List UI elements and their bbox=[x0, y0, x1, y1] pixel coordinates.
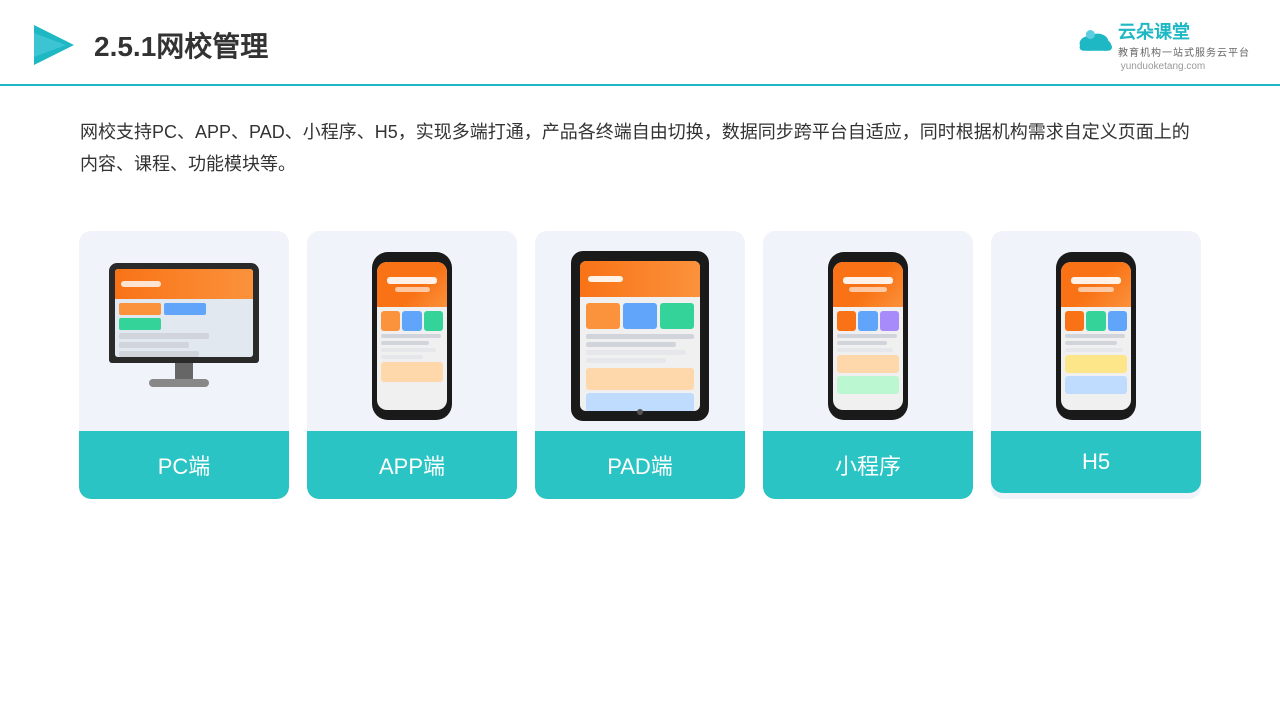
h5-label: H5 bbox=[991, 431, 1201, 493]
description-text: 网校支持PC、APP、PAD、小程序、H5，实现多端打通，产品各终端自由切换，数… bbox=[0, 86, 1280, 201]
page-header: 2.5.1网校管理 云朵课堂 教育机构一站式服务云平台 yunduoketang… bbox=[0, 0, 1280, 86]
monitor-body bbox=[109, 263, 259, 363]
tablet-screen bbox=[580, 261, 700, 411]
phone-content bbox=[377, 307, 447, 386]
pad-image-area bbox=[535, 231, 745, 431]
mini-notch bbox=[854, 252, 882, 260]
h5-image-area bbox=[991, 231, 1201, 431]
pc-image-area bbox=[79, 231, 289, 431]
tablet-home-button bbox=[637, 409, 643, 415]
pad-tablet bbox=[571, 251, 709, 421]
app-card: APP端 bbox=[307, 231, 517, 499]
h5-screen bbox=[1061, 262, 1131, 410]
brand-area: 云朵课堂 教育机构一站式服务云平台 yunduoketang.com bbox=[1076, 18, 1250, 72]
tablet-content bbox=[580, 297, 700, 411]
pc-label: PC端 bbox=[79, 431, 289, 499]
logo-arrow-icon bbox=[30, 21, 78, 69]
monitor-stand bbox=[175, 363, 193, 379]
h5-card: H5 bbox=[991, 231, 1201, 499]
tablet-header bbox=[580, 261, 700, 297]
screen-logo-area bbox=[121, 281, 161, 287]
phone-screen bbox=[377, 262, 447, 410]
miniprogram-label: 小程序 bbox=[763, 431, 973, 499]
cloud-icon bbox=[1076, 25, 1112, 53]
mini-screen bbox=[833, 262, 903, 410]
mini-content bbox=[833, 307, 903, 398]
h5-header bbox=[1061, 262, 1131, 307]
h5-phone bbox=[1056, 252, 1136, 420]
screen-header bbox=[115, 269, 253, 299]
app-label: APP端 bbox=[307, 431, 517, 499]
h5-notch bbox=[1082, 252, 1110, 260]
mini-phone-body bbox=[828, 252, 908, 420]
h5-phone-body bbox=[1056, 252, 1136, 420]
pc-card: PC端 bbox=[79, 231, 289, 499]
screen-content bbox=[115, 299, 253, 357]
monitor-base bbox=[149, 379, 209, 387]
phone-body bbox=[372, 252, 452, 420]
brand-name: 云朵课堂 bbox=[1118, 18, 1250, 44]
pad-card: PAD端 bbox=[535, 231, 745, 499]
miniprogram-card: 小程序 bbox=[763, 231, 973, 499]
app-phone bbox=[372, 252, 452, 420]
tablet-body bbox=[571, 251, 709, 421]
h5-content bbox=[1061, 307, 1131, 398]
mini-header bbox=[833, 262, 903, 307]
device-cards-section: PC端 bbox=[0, 211, 1280, 519]
monitor-screen bbox=[115, 269, 253, 357]
brand-subtitle: 教育机构一站式服务云平台 bbox=[1118, 44, 1250, 59]
app-image-area bbox=[307, 231, 517, 431]
miniprogram-image-area bbox=[763, 231, 973, 431]
miniprogram-phone bbox=[828, 252, 908, 420]
pc-monitor bbox=[104, 263, 264, 408]
pad-label: PAD端 bbox=[535, 431, 745, 499]
brand-url: yunduoketang.com bbox=[1121, 61, 1206, 72]
phone-header bbox=[377, 262, 447, 307]
header-left: 2.5.1网校管理 bbox=[30, 21, 268, 69]
brand-logo: 云朵课堂 教育机构一站式服务云平台 bbox=[1076, 18, 1250, 59]
brand-text-area: 云朵课堂 教育机构一站式服务云平台 bbox=[1118, 18, 1250, 59]
page-title: 2.5.1网校管理 bbox=[94, 25, 268, 65]
phone-notch bbox=[398, 252, 426, 260]
